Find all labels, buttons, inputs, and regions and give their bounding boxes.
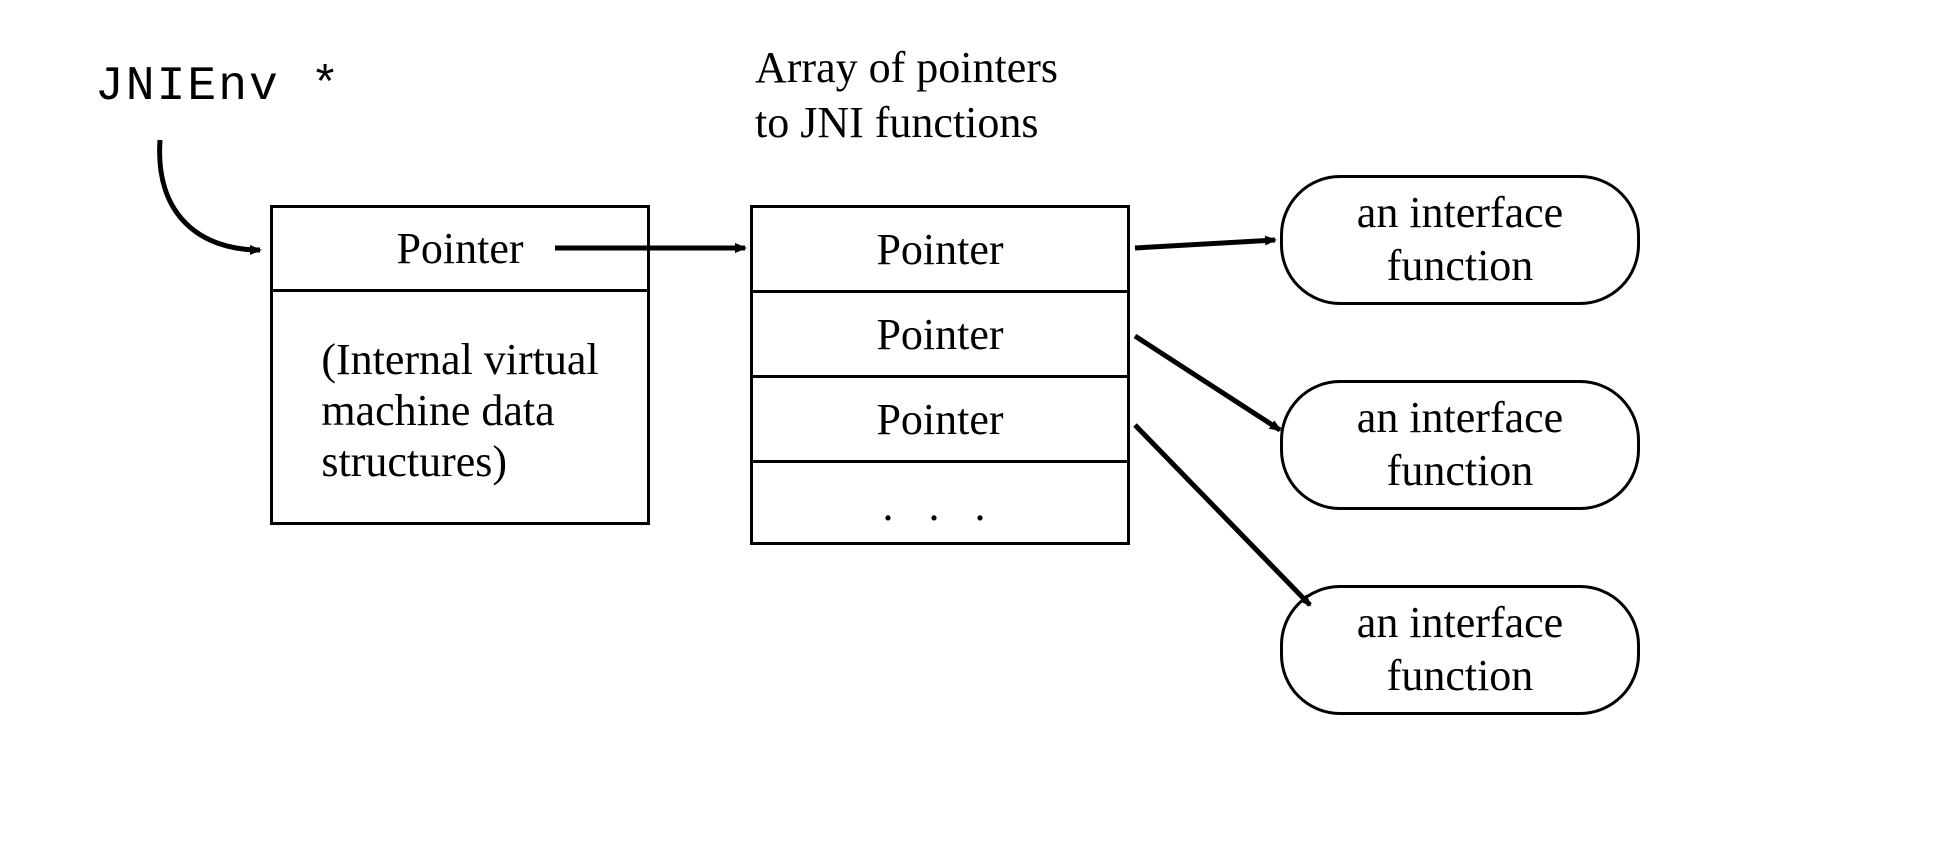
interface-function-0: an interface function <box>1280 175 1640 305</box>
array-row-3: . . . <box>753 463 1127 548</box>
interface-function-2: an interface function <box>1280 585 1640 715</box>
array-row-0: Pointer <box>753 208 1127 293</box>
array-title-line1: Array of pointers <box>755 40 1058 95</box>
interface-function-1: an interface function <box>1280 380 1640 510</box>
pointer-array-box: Pointer Pointer Pointer . . . <box>750 205 1130 545</box>
array-row-2: Pointer <box>753 378 1127 463</box>
array-title: Array of pointers to JNI functions <box>755 40 1058 150</box>
jnienv-internal-cell: (Internal virtual machine data structure… <box>273 292 647 528</box>
arrow-array0-to-func0 <box>1135 240 1275 248</box>
array-row-1: Pointer <box>753 293 1127 378</box>
jnienv-pointer-cell: Pointer <box>273 208 647 292</box>
jnienv-label: JNIEnv * <box>95 60 341 114</box>
arrow-array1-to-func1 <box>1135 336 1280 430</box>
array-title-line2: to JNI functions <box>755 95 1058 150</box>
arrow-env-to-box <box>160 140 260 250</box>
jnienv-box: Pointer (Internal virtual machine data s… <box>270 205 650 525</box>
